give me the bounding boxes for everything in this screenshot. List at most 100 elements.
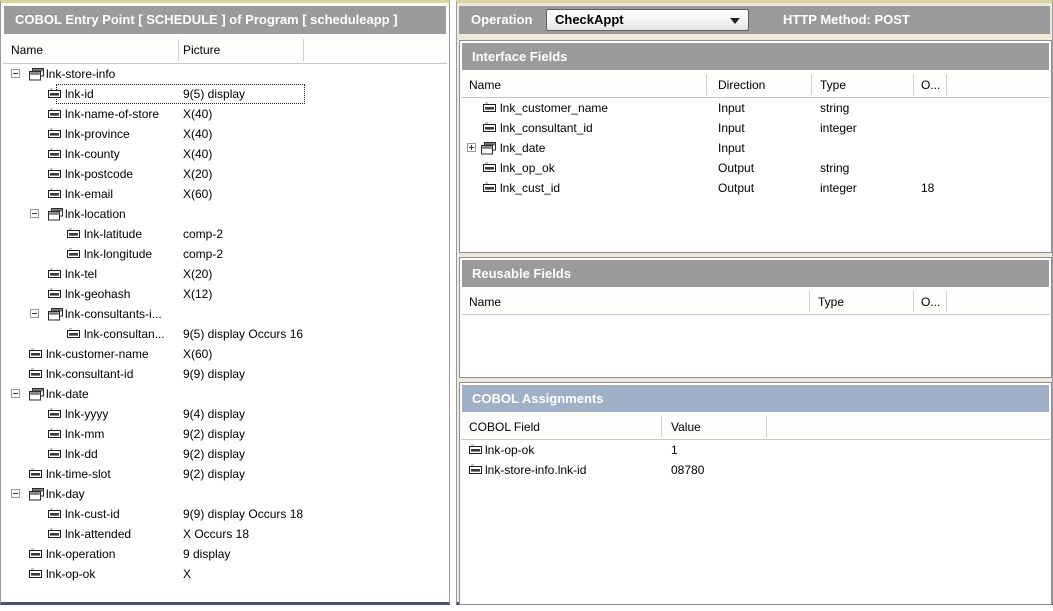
cobol-assignments-section: COBOL Assignments COBOL Field Value lnk-…: [459, 382, 1052, 605]
tree-row[interactable]: lnk-cust-id9(9) display Occurs 18: [3, 504, 447, 524]
collapse-minus-toggle[interactable]: [11, 489, 20, 498]
row-name: lnk_op_ok: [500, 158, 555, 178]
row-name: lnk-day: [46, 484, 85, 504]
tree-row[interactable]: lnk-operation9 display: [3, 544, 447, 564]
tree-row[interactable]: lnk-provinceX(40): [3, 124, 447, 144]
tree-row[interactable]: lnk-consultan...9(5) display Occurs 16: [3, 324, 447, 344]
tree-row[interactable]: lnk-yyyy9(4) display: [3, 404, 447, 424]
operation-selected-value: CheckAppt: [555, 12, 624, 27]
assignment-row[interactable]: lnk-op-ok1: [461, 440, 1050, 460]
field-icon: [48, 130, 61, 138]
column-header-occurs[interactable]: O...: [921, 72, 940, 98]
row-name: lnk-mm: [65, 424, 104, 444]
interface-fields-title: Interface Fields: [462, 43, 1049, 70]
row-name: lnk_consultant_id: [500, 118, 593, 138]
tree-row[interactable]: lnk-id9(5) display: [3, 84, 447, 104]
row-picture: X(60): [183, 184, 212, 204]
tree-row[interactable]: lnk-countyX(40): [3, 144, 447, 164]
row-name: lnk_date: [500, 138, 545, 158]
tree-row[interactable]: lnk-dd9(2) display: [3, 444, 447, 464]
reusable-fields-title: Reusable Fields: [462, 260, 1049, 287]
row-type: integer: [820, 118, 857, 138]
interface-field-row[interactable]: lnk_op_okOutputstring: [461, 158, 1050, 178]
chevron-down-icon[interactable]: [730, 18, 740, 24]
column-header-name[interactable]: Name: [469, 72, 501, 98]
row-name: lnk_cust_id: [500, 178, 560, 198]
column-separator: [946, 291, 947, 312]
field-icon: [29, 350, 42, 358]
interface-field-row[interactable]: lnk_customer_nameInputstring: [461, 98, 1050, 118]
field-icon: [29, 470, 42, 478]
tree-row[interactable]: lnk-customer-nameX(60): [3, 344, 447, 364]
row-picture: 9(2) display: [183, 464, 245, 484]
tree-row[interactable]: lnk-postcodeX(20): [3, 164, 447, 184]
column-separator: [946, 74, 947, 95]
tree-row[interactable]: lnk-consultants-i...: [3, 304, 447, 324]
field-icon: [48, 530, 61, 538]
column-header-name[interactable]: Name: [469, 289, 501, 315]
row-name: lnk-name-of-store: [65, 104, 159, 124]
tree-row[interactable]: lnk-attendedX Occurs 18: [3, 524, 447, 544]
tree-row[interactable]: lnk-geohashX(12): [3, 284, 447, 304]
group-icon: [48, 208, 63, 221]
row-picture: 9(9) display: [183, 364, 245, 384]
group-icon: [481, 142, 496, 155]
tree-row[interactable]: lnk-name-of-storeX(40): [3, 104, 447, 124]
column-header-type[interactable]: Type: [818, 289, 844, 315]
expand-plus-toggle[interactable]: [467, 143, 476, 152]
assignment-row[interactable]: lnk-store-info.lnk-id08780: [461, 460, 1050, 480]
cobol-assignments-header: COBOL Field Value: [461, 414, 1050, 440]
tree-row[interactable]: lnk-latitudecomp-2: [3, 224, 447, 244]
row-name: lnk-time-slot: [46, 464, 111, 484]
operation-select[interactable]: CheckAppt: [546, 9, 749, 31]
row-name: lnk-province: [65, 124, 130, 144]
row-name: lnk-operation: [46, 544, 115, 564]
collapse-minus-toggle[interactable]: [11, 69, 20, 78]
field-icon: [67, 230, 80, 238]
tree-row[interactable]: lnk-date: [3, 384, 447, 404]
interface-field-row[interactable]: lnk_consultant_idInputinteger: [461, 118, 1050, 138]
left-table-header: Name Picture: [3, 37, 447, 64]
column-separator: [178, 39, 179, 61]
cobol-assignments-title: COBOL Assignments: [462, 385, 1049, 412]
column-header-value[interactable]: Value: [671, 414, 701, 440]
interface-field-row[interactable]: lnk_dateInput: [461, 138, 1050, 158]
row-name: lnk-tel: [65, 264, 97, 284]
tree-row[interactable]: lnk-location: [3, 204, 447, 224]
column-header-occurs[interactable]: O...: [921, 289, 940, 315]
row-picture: 9(5) display: [183, 84, 245, 104]
column-header-name[interactable]: Name: [11, 37, 43, 63]
field-icon: [483, 104, 496, 112]
collapse-minus-toggle[interactable]: [11, 389, 20, 398]
column-header-type[interactable]: Type: [820, 72, 846, 98]
tree-row[interactable]: lnk-store-info: [3, 64, 447, 84]
row-name: lnk-cust-id: [65, 504, 120, 524]
column-header-cobol-field[interactable]: COBOL Field: [469, 414, 540, 440]
tree-row[interactable]: lnk-consultant-id9(9) display: [3, 364, 447, 384]
tree-row[interactable]: lnk-telX(20): [3, 264, 447, 284]
field-icon: [67, 330, 80, 338]
interface-field-row[interactable]: lnk_cust_idOutputinteger18: [461, 178, 1050, 198]
tree-row[interactable]: lnk-email X(60): [3, 184, 447, 204]
row-type: string: [820, 158, 849, 178]
field-icon: [48, 410, 61, 418]
row-picture: 9(2) display: [183, 424, 245, 444]
tree-row[interactable]: lnk-time-slot 9(2) display: [3, 464, 447, 484]
collapse-minus-toggle[interactable]: [30, 309, 39, 318]
row-name: lnk-store-info: [46, 64, 115, 84]
row-cobol-field: lnk-op-ok: [485, 440, 534, 460]
collapse-minus-toggle[interactable]: [30, 209, 39, 218]
tree-row[interactable]: lnk-op-okX: [3, 564, 447, 584]
tree-row[interactable]: lnk-longitudecomp-2: [3, 244, 447, 264]
column-header-picture[interactable]: Picture: [183, 37, 220, 63]
tree-row[interactable]: lnk-mm 9(2) display: [3, 424, 447, 444]
field-icon: [29, 550, 42, 558]
row-name: lnk-email: [65, 184, 113, 204]
tree-row[interactable]: lnk-day: [3, 484, 447, 504]
row-picture: X(20): [183, 164, 212, 184]
column-header-direction[interactable]: Direction: [718, 72, 765, 98]
column-separator: [706, 74, 707, 95]
row-name: lnk-attended: [65, 524, 131, 544]
http-method-label: HTTP Method: POST: [783, 6, 910, 34]
column-separator: [303, 39, 304, 61]
